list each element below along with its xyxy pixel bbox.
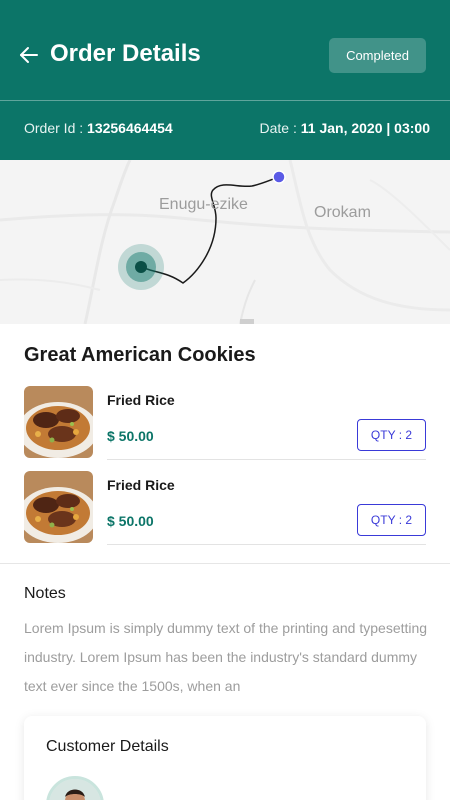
page-title: Order Details (50, 40, 201, 67)
order-date-row: Date : 11 Jan, 2020 | 03:00 (260, 120, 431, 136)
customer-details-title: Customer Details (46, 738, 169, 755)
restaurant-name: Great American Cookies (24, 344, 256, 366)
notes-title: Notes (24, 585, 66, 602)
route-map[interactable]: Enugu-ezike Orokam (0, 160, 450, 324)
food-image (24, 471, 93, 543)
back-button[interactable] (16, 42, 42, 68)
order-content: Great American Cookies Fried Rice $ 50.0… (0, 324, 450, 800)
item-name: Fried Rice (107, 477, 175, 493)
map-label-orokam: Orokam (314, 204, 371, 221)
notes-text: Lorem Ipsum is simply dummy text of the … (24, 620, 428, 694)
item-price: $ 50.00 (107, 428, 154, 444)
destination-marker (272, 170, 286, 184)
item-divider (107, 459, 426, 460)
arrow-left-icon (20, 47, 38, 63)
header-divider (0, 100, 450, 101)
date-label: Date : (259, 120, 301, 136)
app-header: Order Details Completed Order Id : 13256… (0, 0, 450, 160)
order-item[interactable]: Fried Rice $ 50.00 QTY : 2 (24, 386, 426, 460)
order-id-value: 13256464454 (87, 120, 173, 136)
food-image (24, 386, 93, 458)
item-price: $ 50.00 (107, 513, 154, 529)
section-divider (0, 563, 450, 564)
pickup-location-marker (118, 244, 164, 290)
customer-avatar[interactable] (46, 776, 104, 800)
customer-details-card: Customer Details (24, 716, 426, 800)
item-name: Fried Rice (107, 392, 175, 408)
map-label-enugu-ezike: Enugu-ezike (159, 196, 248, 213)
order-item[interactable]: Fried Rice $ 50.00 QTY : 2 (24, 471, 426, 545)
quantity-button[interactable]: QTY : 2 (357, 419, 426, 451)
order-id-row: Order Id : 13256464454 (24, 120, 173, 136)
quantity-button[interactable]: QTY : 2 (357, 504, 426, 536)
food-image-art (24, 471, 93, 543)
order-id-label: Order Id : (24, 120, 88, 136)
avatar-image (49, 779, 101, 800)
status-badge[interactable]: Completed (329, 38, 426, 73)
date-value: 11 Jan, 2020 | 03:00 (300, 120, 430, 136)
map-roads (0, 160, 450, 324)
food-image-art (24, 386, 93, 458)
item-divider (107, 544, 426, 545)
